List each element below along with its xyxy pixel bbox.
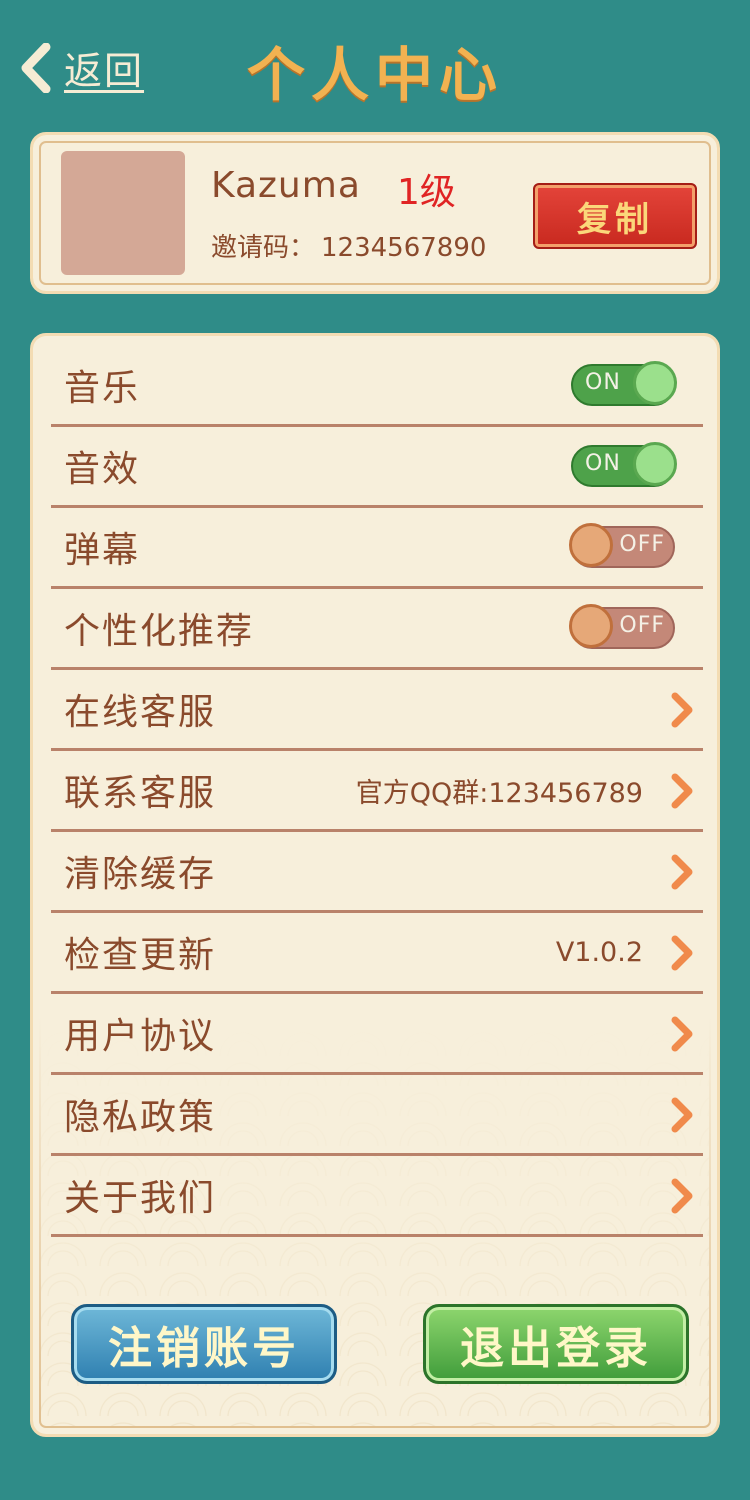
danmaku-toggle[interactable]: OFF [569,523,675,568]
invite-code: 1234567890 [321,233,487,263]
setting-row-privacy-policy[interactable]: 隐私政策 [51,1075,703,1156]
setting-label: 关于我们 [64,1178,217,1219]
logout-button[interactable]: 退出登录 [423,1304,689,1384]
chevron-right-icon [671,935,693,971]
setting-row-online-service[interactable]: 在线客服 [51,670,703,751]
setting-label: 音乐 [64,368,141,409]
username: Kazuma [211,165,361,206]
invite-code-line: 邀请码： 1234567890 [211,227,486,264]
setting-row-check-update[interactable]: 检查更新 V1.0.2 [51,913,703,994]
toggle-state: OFF [619,613,665,638]
toggle-state: OFF [619,532,665,557]
delete-account-button[interactable]: 注销账号 [71,1304,337,1384]
avatar [61,151,185,275]
settings-list: 音乐 ON 音效 ON 弹幕 OFF 个性化推荐 OFF 在线客服 联系客服 官… [51,346,703,1237]
music-toggle[interactable]: ON [571,361,677,406]
page-title: 个人中心 [246,41,503,109]
qq-group-value: 官方QQ群:123456789 [355,777,643,809]
chevron-right-icon [671,1178,693,1214]
copy-button[interactable]: 复制 [533,183,697,249]
setting-row-music: 音乐 ON [51,346,703,427]
toggle-knob [633,442,677,486]
profile-card: Kazuma 1级 邀请码： 1234567890 复制 [30,132,720,294]
user-level: 1级 [397,172,456,213]
version-value: V1.0.2 [555,936,643,968]
setting-label: 个性化推荐 [64,611,255,652]
chevron-right-icon [671,1097,693,1133]
setting-row-danmaku: 弹幕 OFF [51,508,703,589]
chevron-right-icon [671,773,693,809]
setting-row-sound-effects: 音效 ON [51,427,703,508]
settings-panel: 音乐 ON 音效 ON 弹幕 OFF 个性化推荐 OFF 在线客服 联系客服 官… [30,333,720,1437]
setting-label: 用户协议 [64,1016,217,1057]
personalized-toggle[interactable]: OFF [569,604,675,649]
setting-label: 在线客服 [64,692,217,733]
setting-label: 弹幕 [64,530,141,571]
setting-label: 清除缓存 [64,854,217,895]
invite-label: 邀请码： [211,233,316,263]
setting-label: 隐私政策 [64,1097,217,1138]
setting-row-user-agreement[interactable]: 用户协议 [51,994,703,1075]
toggle-state: ON [585,370,621,395]
toggle-state: ON [585,451,621,476]
setting-row-personalized: 个性化推荐 OFF [51,589,703,670]
setting-label: 检查更新 [64,935,217,976]
chevron-right-icon [671,854,693,890]
toggle-knob [569,604,613,648]
chevron-right-icon [671,1016,693,1052]
setting-row-clear-cache[interactable]: 清除缓存 [51,832,703,913]
toggle-knob [569,523,613,567]
setting-row-contact-service[interactable]: 联系客服 官方QQ群:123456789 [51,751,703,832]
toggle-knob [633,361,677,405]
sound-effects-toggle[interactable]: ON [571,442,677,487]
setting-row-about-us[interactable]: 关于我们 [51,1156,703,1237]
chevron-right-icon [671,692,693,728]
setting-label: 联系客服 [64,773,217,814]
setting-label: 音效 [64,449,141,490]
